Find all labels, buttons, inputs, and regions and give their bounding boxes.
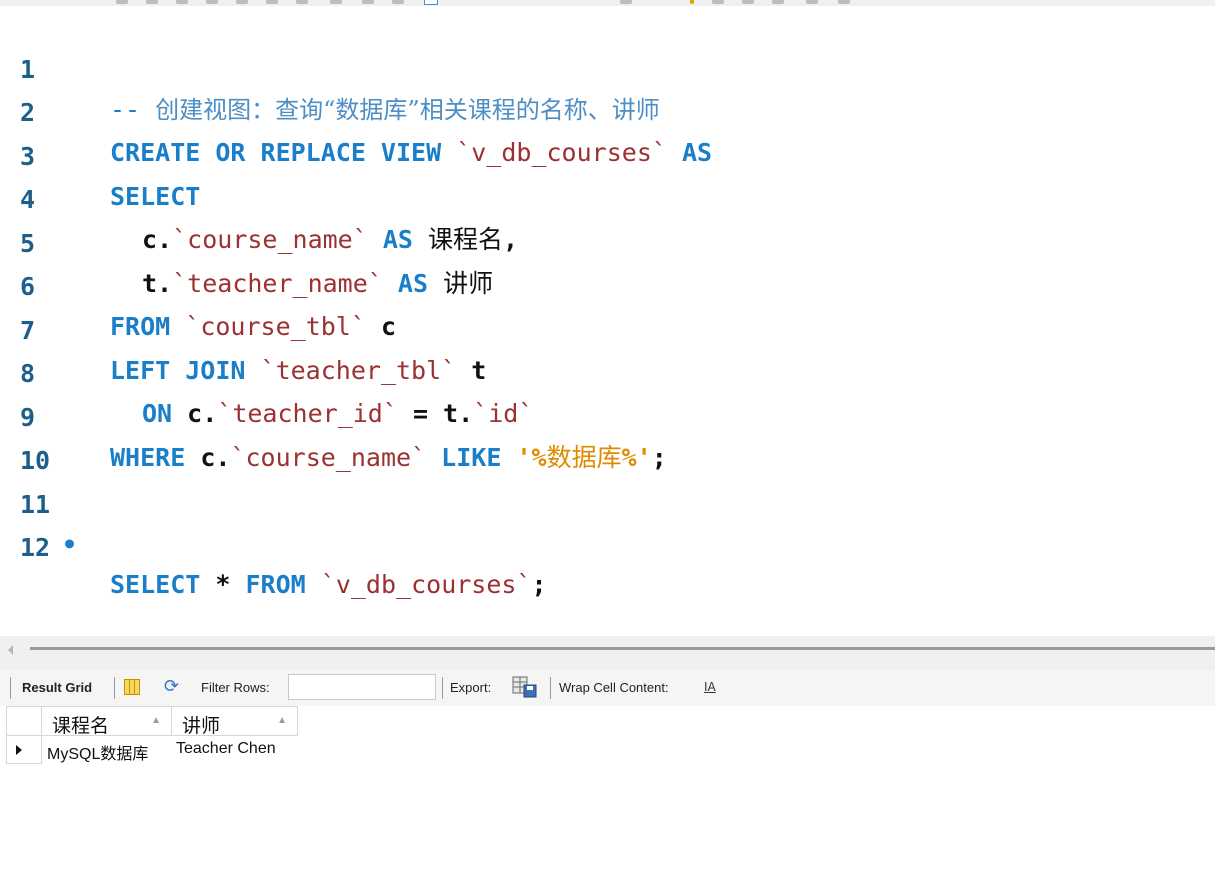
column-header-label: 课程名 <box>52 715 110 737</box>
current-row-arrow-icon <box>16 745 22 755</box>
result-toolbar: Result Grid ⟳ Filter Rows: Export: Wrap … <box>0 670 1215 706</box>
toolbar-icon[interactable] <box>392 0 404 4</box>
code-line: 10 <box>0 401 1215 475</box>
separator <box>114 677 115 699</box>
row-indicator <box>6 736 42 764</box>
toolbar-icon[interactable] <box>712 0 724 4</box>
refresh-icon[interactable]: ⟳ <box>164 676 179 697</box>
horizontal-scrollbar[interactable] <box>0 636 1215 670</box>
toolbar-icon[interactable] <box>838 0 850 4</box>
table-cell[interactable]: Teacher Chen <box>176 740 276 758</box>
toolbar-icon[interactable] <box>742 0 754 4</box>
separator <box>550 677 551 699</box>
line-number: 12 <box>20 533 51 562</box>
filter-rows-label: Filter Rows: <box>201 680 270 695</box>
toolbar-icon[interactable] <box>296 0 308 4</box>
export-label: Export: <box>450 680 492 695</box>
toolbar-icon[interactable] <box>266 0 278 4</box>
code-line: 12 <box>0 488 1215 562</box>
grid-layout-icon[interactable] <box>124 679 140 695</box>
wrap-cell-content-label: Wrap Cell Content: <box>559 680 669 695</box>
code-line: 3 SELECT <box>0 97 1215 211</box>
export-icon[interactable] <box>512 676 538 698</box>
toolbar-icon[interactable] <box>806 0 818 4</box>
operator: * <box>215 570 231 599</box>
wrap-text-icon[interactable]: IA <box>704 680 716 694</box>
toolbar-icon[interactable] <box>236 0 248 4</box>
toolbar-icon[interactable] <box>772 0 784 4</box>
toolbar-icon[interactable] <box>206 0 218 4</box>
sql-editor[interactable]: 1 -- 创建视图：查询“数据库”相关课程的名称、讲师 2 CREATE OR … <box>0 6 1215 636</box>
toolbar-icon-selected[interactable] <box>424 0 438 5</box>
code-line: 2 CREATE OR REPLACE VIEW `v_db_courses` … <box>0 53 1215 167</box>
sort-asc-icon[interactable]: ▲ <box>151 715 161 726</box>
separator <box>10 677 11 699</box>
result-grid-tab[interactable]: Result Grid <box>22 680 92 696</box>
identifier: `v_db_courses` <box>320 570 532 599</box>
punctuation: ; <box>531 570 547 599</box>
code-line: 11 • SELECT * FROM `v_db_courses`; <box>0 445 1215 599</box>
result-grid: 课程名 ▲ 讲师 ▲ MySQL数据库 Teacher Chen <box>0 706 1215 892</box>
keyword: SELECT <box>110 570 201 599</box>
column-header[interactable]: 课程名 ▲ <box>42 706 172 737</box>
toolbar-icon[interactable] <box>176 0 188 4</box>
code-line: 4 c.`course_name` AS 课程名, <box>0 140 1215 254</box>
code-line: 7 LEFT JOIN `teacher_tbl` t <box>0 271 1215 385</box>
column-header[interactable]: 讲师 ▲ <box>172 706 298 737</box>
code-line: 5 t.`teacher_name` AS 讲师 <box>0 184 1215 298</box>
toolbar-icon[interactable] <box>620 0 632 4</box>
toolbar-icon[interactable] <box>362 0 374 4</box>
scroll-left-icon[interactable] <box>8 645 13 655</box>
table-cell[interactable]: MySQL数据库 <box>47 740 148 764</box>
row-header-corner <box>6 706 42 736</box>
code-line: 1 -- 创建视图：查询“数据库”相关课程的名称、讲师 <box>0 10 1215 124</box>
separator <box>442 677 443 699</box>
toolbar-icon[interactable] <box>330 0 342 4</box>
toolbar-icon[interactable] <box>690 0 694 4</box>
toolbar-icon[interactable] <box>116 0 128 4</box>
scrollbar-thumb[interactable] <box>30 647 1215 650</box>
sort-asc-icon[interactable]: ▲ <box>277 715 287 726</box>
keyword: FROM <box>245 570 306 599</box>
toolbar-icon[interactable] <box>146 0 158 4</box>
code-line: 8 ON c.`teacher_id` = t.`id` <box>0 314 1215 428</box>
table-row[interactable]: MySQL数据库 Teacher Chen <box>6 736 306 764</box>
column-header-label: 讲师 <box>182 715 221 737</box>
filter-rows-input[interactable] <box>288 674 436 700</box>
code-line: 6 FROM `course_tbl` c <box>0 227 1215 341</box>
code-line: 9 WHERE c.`course_name` LIKE '%数据库%'; <box>0 358 1215 472</box>
